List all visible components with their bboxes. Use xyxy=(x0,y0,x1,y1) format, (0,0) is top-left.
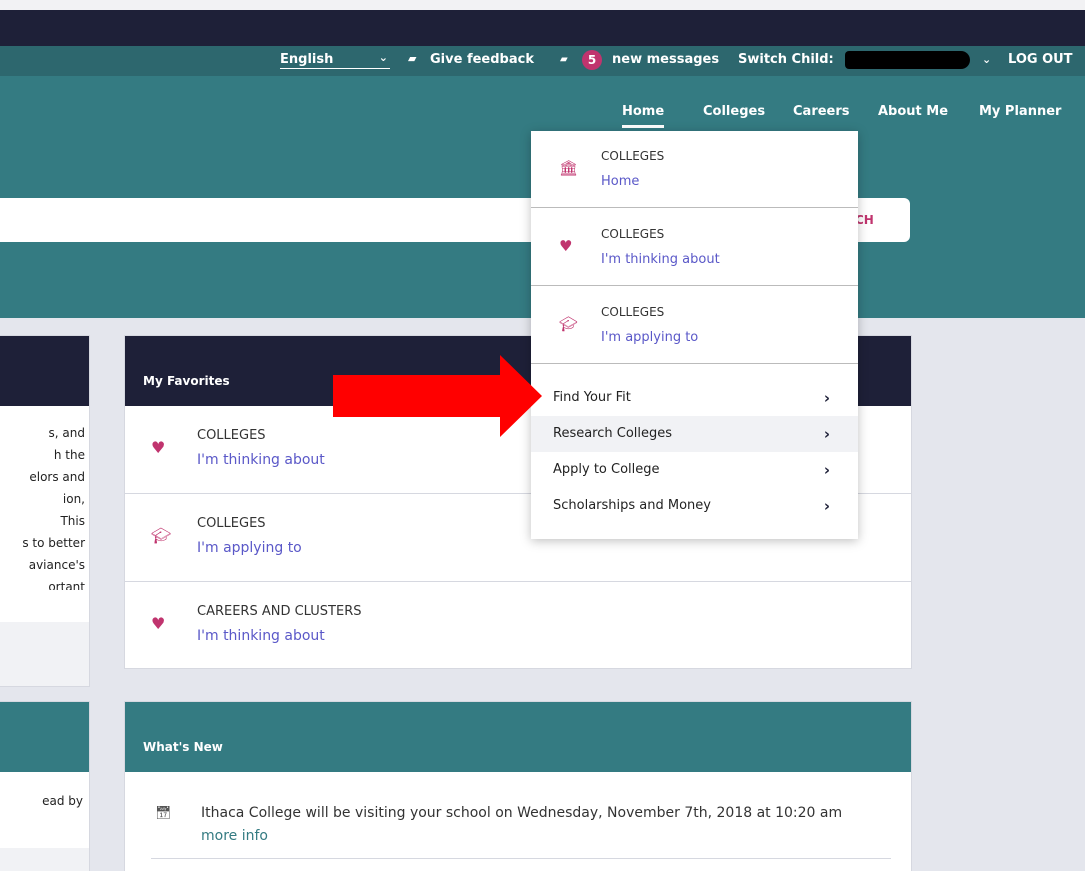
favorite-category: CAREERS AND CLUSTERS xyxy=(197,604,362,619)
menu-item-scholarships-and-money[interactable]: Scholarships and Money › xyxy=(531,488,858,524)
menu-item-label: Find Your Fit xyxy=(553,390,631,405)
left-card: s, and h the elors and ion, This s to be… xyxy=(0,335,90,687)
nav-careers[interactable]: Careers xyxy=(793,104,850,119)
left-card-text: elors and xyxy=(29,470,85,484)
chevron-right-icon: › xyxy=(823,425,830,443)
heart-icon: ♥ xyxy=(151,438,166,457)
calendar-icon: 📅︎ xyxy=(155,806,172,821)
menu-item-research-colleges[interactable]: Research Colleges › xyxy=(531,416,858,452)
left-card-2-header xyxy=(0,702,89,772)
whats-new-title: What's New xyxy=(143,740,223,754)
nav-about-me[interactable]: About Me xyxy=(878,104,948,119)
dropdown-colleges-applying[interactable]: 🎓︎ COLLEGES I'm applying to xyxy=(531,287,858,364)
left-card-footer xyxy=(0,622,89,686)
menu-item-label: Research Colleges xyxy=(553,426,673,441)
chevron-down-icon: ⌄ xyxy=(378,51,388,64)
left-card-text: h the xyxy=(53,448,85,462)
left-card-text: ion, xyxy=(62,492,85,506)
menu-item-apply-to-college[interactable]: Apply to College › xyxy=(531,452,858,488)
utility-bar: English ⌄ ▰ Give feedback ▰ 5 new messag… xyxy=(0,46,1085,76)
left-card-text: s to better xyxy=(22,536,85,550)
switch-child-label: Switch Child: xyxy=(738,52,834,67)
annotation-arrow xyxy=(333,355,542,437)
favorite-link[interactable]: I'm thinking about xyxy=(197,452,325,468)
whats-new-card: What's New 📅︎ Ithaca College will be vis… xyxy=(124,701,912,871)
heart-icon: ♥ xyxy=(151,614,166,633)
message-icon: ▰ xyxy=(560,54,568,65)
dropdown-link[interactable]: I'm applying to xyxy=(601,330,698,345)
nav-my-planner[interactable]: My Planner xyxy=(979,104,1061,119)
chevron-right-icon: › xyxy=(823,497,830,515)
menu-item-find-your-fit[interactable]: Find Your Fit › xyxy=(531,380,858,416)
left-card-text: ortant xyxy=(48,580,85,590)
nav-colleges[interactable]: Colleges xyxy=(703,104,765,119)
chevron-right-icon: › xyxy=(823,461,830,479)
graduation-cap-icon: 🎓︎ xyxy=(151,526,172,545)
dropdown-colleges-home[interactable]: 🏛︎ COLLEGES Home xyxy=(531,131,858,208)
left-card-2-text: ead by xyxy=(42,794,83,808)
favorite-category: COLLEGES xyxy=(197,516,266,531)
top-bar xyxy=(0,10,1085,46)
building-icon: 🏛︎ xyxy=(559,159,579,177)
colleges-dropdown-menu: 🏛︎ COLLEGES Home ♥ COLLEGES I'm thinking… xyxy=(531,131,858,539)
language-label: English xyxy=(280,52,334,67)
chevron-down-icon[interactable]: ⌄ xyxy=(982,53,991,66)
favorites-title: My Favorites xyxy=(143,374,230,388)
divider xyxy=(151,858,891,859)
logout-link[interactable]: LOG OUT xyxy=(1008,52,1073,67)
whats-new-header: What's New xyxy=(125,702,911,772)
favorite-category: COLLEGES xyxy=(197,428,266,443)
new-messages-link[interactable]: new messages xyxy=(612,52,719,67)
left-card-2: ead by xyxy=(0,701,90,871)
left-card-header xyxy=(0,336,89,406)
child-name-redacted[interactable] xyxy=(845,51,970,69)
graduation-cap-icon: 🎓︎ xyxy=(559,315,579,333)
favorite-link[interactable]: I'm applying to xyxy=(197,540,302,556)
favorite-link[interactable]: I'm thinking about xyxy=(197,628,325,644)
news-item: Ithaca College will be visiting your sch… xyxy=(201,802,881,848)
menu-item-label: Scholarships and Money xyxy=(553,498,711,513)
dropdown-category: COLLEGES xyxy=(601,227,665,241)
chevron-right-icon: › xyxy=(823,389,830,407)
nav-home[interactable]: Home xyxy=(622,104,665,128)
menu-item-label: Apply to College xyxy=(553,462,660,477)
message-count-badge[interactable]: 5 xyxy=(582,50,602,70)
left-card-text: This xyxy=(60,514,85,528)
favorite-item[interactable]: ♥ CAREERS AND CLUSTERS I'm thinking abou… xyxy=(125,582,911,668)
language-select[interactable]: English ⌄ xyxy=(280,51,390,69)
dropdown-category: COLLEGES xyxy=(601,149,665,163)
heart-icon: ♥ xyxy=(559,237,573,255)
left-card-text: aviance's xyxy=(28,558,85,572)
more-info-link[interactable]: more info xyxy=(201,828,268,844)
give-feedback-link[interactable]: Give feedback xyxy=(430,52,534,67)
feedback-icon: ▰ xyxy=(408,52,417,65)
left-card-body: s, and h the elors and ion, This s to be… xyxy=(0,406,89,620)
left-card-text: s, and xyxy=(48,426,85,440)
dropdown-colleges-thinking[interactable]: ♥ COLLEGES I'm thinking about xyxy=(531,209,858,286)
news-item-text: Ithaca College will be visiting your sch… xyxy=(201,805,843,821)
dropdown-link[interactable]: Home xyxy=(601,174,639,189)
left-card-2-footer xyxy=(0,848,89,871)
browser-top-strip xyxy=(0,0,1085,10)
dropdown-link[interactable]: I'm thinking about xyxy=(601,252,720,267)
dropdown-category: COLLEGES xyxy=(601,305,665,319)
